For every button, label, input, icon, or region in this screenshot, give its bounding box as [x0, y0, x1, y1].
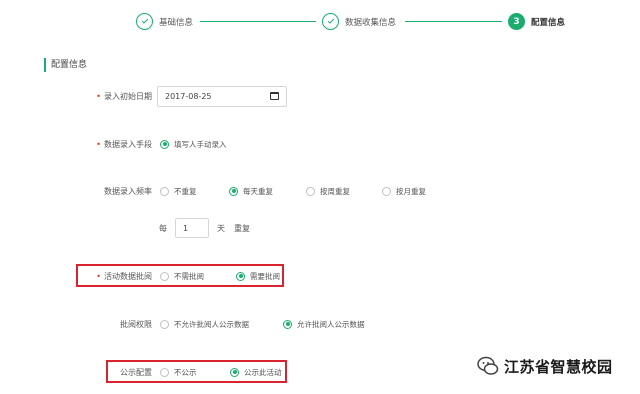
radio-label: 不重复: [174, 186, 197, 196]
start-date-row: • 录入初始日期 2017-08-25: [0, 85, 640, 107]
radio-label: 不公示: [174, 367, 197, 377]
radio-label: 不需批阅: [174, 271, 204, 281]
activity-review-row: • 活动数据批阅 不需批阅 需要批阅: [0, 266, 640, 286]
required-marker: •: [96, 139, 101, 149]
radio-checked-icon[interactable]: [236, 271, 245, 281]
radio-label: 公示此活动: [244, 367, 282, 377]
review-permission-label: 批阅权限: [120, 319, 152, 330]
radio-label: 允许批阅人公示数据: [297, 319, 365, 329]
wechat-icon: [477, 356, 499, 375]
field-label: 活动数据批阅: [104, 271, 152, 281]
entry-frequency-row: 数据录入频率 不重复 每天重复 按周重复 按月重复: [0, 181, 640, 201]
field-label: 批阅权限: [120, 319, 152, 329]
step-label: 数据收集信息: [345, 17, 397, 28]
radio-unchecked-icon[interactable]: [160, 367, 169, 377]
step-config[interactable]: 3 配置信息: [508, 13, 565, 30]
required-marker: •: [96, 271, 101, 281]
radio-label: 不允许批阅人公示数据: [174, 319, 249, 329]
radio-weekly-repeat[interactable]: 按周重复: [306, 186, 350, 197]
radio-publish-activity[interactable]: 公示此活动: [230, 367, 282, 378]
radio-label: 按月重复: [396, 186, 426, 196]
field-label: 录入初始日期: [104, 91, 152, 101]
repeat-prefix: 每: [159, 223, 167, 233]
radio-checked-icon[interactable]: [230, 367, 239, 377]
radio-unchecked-icon[interactable]: [160, 271, 169, 281]
radio-checked-icon[interactable]: [229, 186, 238, 196]
radio-unchecked-icon[interactable]: [382, 186, 391, 196]
step-number: 3: [508, 13, 525, 30]
publicity-label: 公示配置: [120, 367, 152, 378]
required-marker: •: [96, 91, 101, 101]
repeat-every-row: 每 1 天 重复: [0, 218, 640, 238]
radio-daily-repeat[interactable]: 每天重复: [229, 186, 273, 197]
radio-monthly-repeat[interactable]: 按月重复: [382, 186, 426, 197]
check-icon: [136, 13, 153, 30]
radio-label: 需要批阅: [250, 271, 280, 281]
step-label: 基础信息: [159, 17, 194, 28]
radio-label: 按周重复: [320, 186, 350, 196]
radio-disallow-publish[interactable]: 不允许批阅人公示数据: [160, 319, 249, 330]
step-connector: [405, 21, 502, 22]
radio-unchecked-icon[interactable]: [160, 319, 169, 329]
field-label: 数据录入频率: [104, 186, 152, 196]
radio-allow-publish[interactable]: 允许批阅人公示数据: [283, 319, 365, 330]
radio-manual-entry[interactable]: 填写人手动录入: [160, 139, 227, 150]
start-date-label: • 录入初始日期: [96, 91, 152, 102]
radio-no-publicity[interactable]: 不公示: [160, 367, 197, 378]
step-data-collection[interactable]: 数据收集信息: [322, 13, 396, 30]
check-icon: [322, 13, 339, 30]
progress-stepper: 基础信息 数据收集信息 3 配置信息: [0, 0, 640, 44]
radio-checked-icon[interactable]: [160, 139, 169, 149]
date-value: 2017-08-25: [165, 91, 212, 101]
radio-no-repeat[interactable]: 不重复: [160, 186, 197, 197]
repeat-unit: 天: [217, 223, 225, 233]
calendar-icon[interactable]: [270, 92, 279, 100]
step-label: 配置信息: [531, 17, 566, 28]
step-basic-info[interactable]: 基础信息: [136, 13, 193, 30]
radio-label: 填写人手动录入: [174, 139, 227, 149]
entry-method-label: • 数据录入手段: [96, 139, 152, 150]
step-connector: [200, 21, 316, 22]
start-date-input[interactable]: 2017-08-25: [157, 85, 287, 107]
field-label: 数据录入手段: [104, 139, 152, 149]
field-label: 公示配置: [120, 367, 152, 377]
radio-no-review[interactable]: 不需批阅: [160, 271, 204, 282]
radio-unchecked-icon[interactable]: [160, 186, 169, 196]
review-permission-row: 批阅权限 不允许批阅人公示数据 允许批阅人公示数据: [0, 314, 640, 334]
repeat-count-input[interactable]: 1: [175, 218, 209, 238]
section-title: 配置信息: [44, 58, 87, 72]
radio-unchecked-icon[interactable]: [306, 186, 315, 196]
repeat-suffix: 重复: [234, 223, 250, 233]
activity-review-label: • 活动数据批阅: [96, 271, 152, 282]
radio-checked-icon[interactable]: [283, 319, 292, 329]
entry-method-row: • 数据录入手段 填写人手动录入: [0, 134, 640, 154]
entry-frequency-label: 数据录入频率: [104, 186, 152, 197]
radio-need-review[interactable]: 需要批阅: [236, 271, 280, 282]
watermark-text: 江苏省智慧校园: [504, 357, 613, 376]
radio-label: 每天重复: [243, 186, 273, 196]
watermark: 江苏省智慧校园: [476, 354, 613, 378]
